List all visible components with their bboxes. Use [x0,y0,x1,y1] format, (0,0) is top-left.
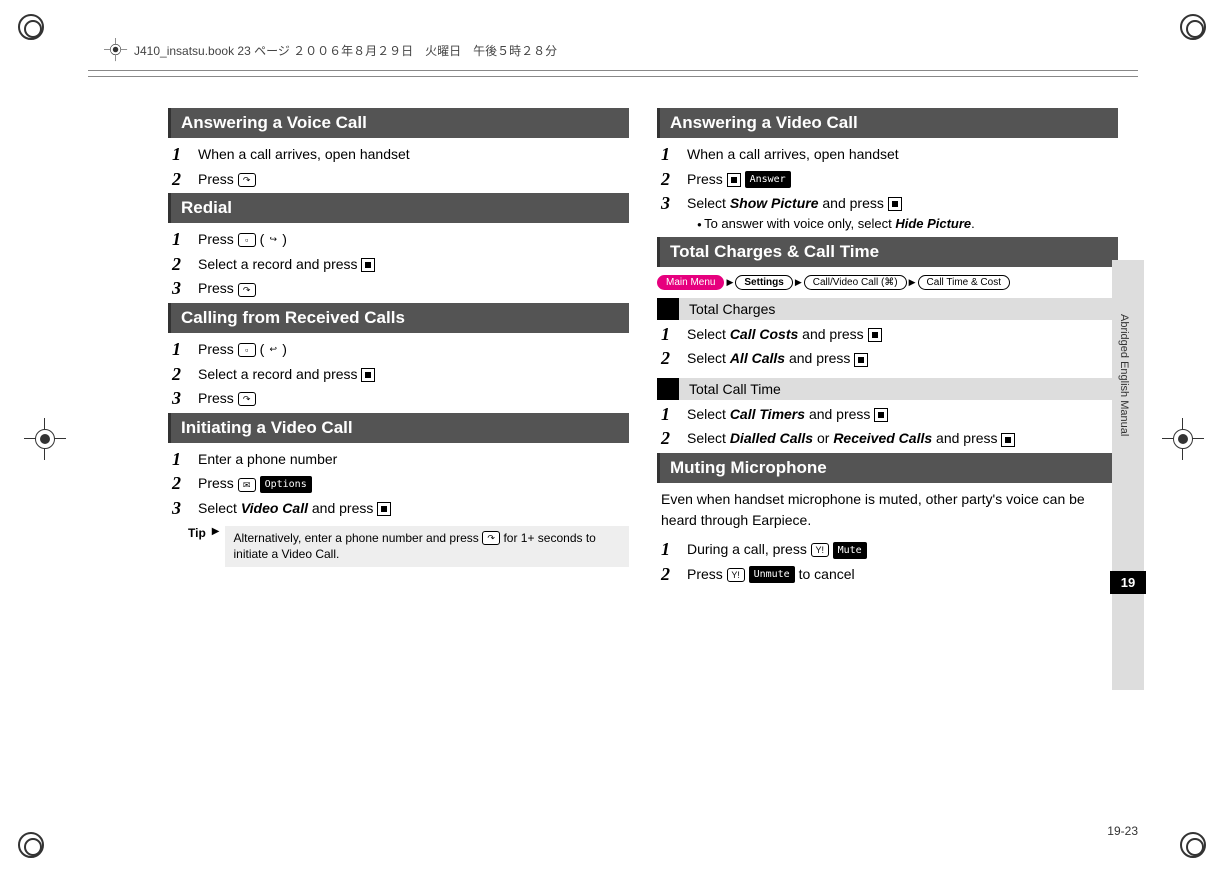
mute-softkey: Mute [833,542,867,559]
answer-softkey: Answer [745,171,791,188]
section-video-call: Initiating a Video Call [168,413,629,443]
step-text: Select Call Timers and press [687,404,1118,425]
step-text: Select a record and press [198,364,629,385]
center-key-icon [868,328,882,342]
step-number: 2 [172,473,192,495]
step-text: Select Dialled Calls or Received Calls a… [687,428,1118,449]
document-header: J410_insatsu.book 23 ページ ２００６年８月２９日 火曜日 … [134,42,557,59]
step-text: Press ↷ [198,388,629,409]
page-container: J410_insatsu.book 23 ページ ２００６年８月２９日 火曜日 … [88,20,1138,856]
received-icon: ↩ [264,343,282,357]
step-number: 3 [172,388,192,410]
call-key-icon: ↷ [482,531,500,545]
breadcrumb: Main Menu▶ Settings▶ Call/Video Call (⌘)… [657,275,1118,290]
side-tab-text: Abridged English Manual [1112,260,1136,490]
step-text: Press ▫ (↩) [198,339,629,360]
left-column: Answering a Voice Call 1 When a call arri… [168,108,629,588]
side-tab: Abridged English Manual 19 [1112,260,1144,690]
nav-call-time-cost: Call Time & Cost [918,275,1010,290]
step-text: Select a record and press [198,254,629,275]
step-number: 1 [172,229,192,251]
unmute-softkey: Unmute [749,566,795,583]
nav-settings: Settings [735,275,792,290]
step-text: Press ▫ (↪) [198,229,629,250]
sub-bullet: To answer with voice only, select Hide P… [697,214,1118,234]
step-text: Press Y! Unmute to cancel [687,564,1118,585]
step-number: 2 [661,564,681,586]
header-rule-bottom [88,76,1138,77]
section-received-calls: Calling from Received Calls [168,303,629,333]
section-muting-mic: Muting Microphone [657,453,1118,483]
step-text: During a call, press Y! Mute [687,539,1118,560]
step-number: 1 [661,404,681,426]
section-answering-voice: Answering a Voice Call [168,108,629,138]
subheader-total-call-time: Total Call Time [657,378,1118,400]
nav-call-video: Call/Video Call (⌘) [804,275,907,290]
step-number: 1 [661,324,681,346]
step-number: 3 [661,193,681,215]
step-text: When a call arrives, open handset [198,144,629,165]
tip-arrow-icon: ▶ [212,526,220,537]
nav-main-menu: Main Menu [657,275,724,290]
step-text: Select Video Call and press [198,498,629,519]
left-key-icon: ▫ [238,343,256,357]
redial-icon: ↪ [264,233,282,247]
center-key-icon [1001,433,1015,447]
intro-text: Even when handset microphone is muted, o… [661,489,1118,531]
step-number: 2 [661,428,681,450]
step-number: 2 [172,254,192,276]
center-key-icon [377,502,391,516]
center-key-icon [361,368,375,382]
step-number: 1 [172,339,192,361]
step-number: 2 [172,169,192,191]
step-number: 2 [172,364,192,386]
center-key-icon [361,258,375,272]
step-text: Enter a phone number [198,449,629,470]
tip-box: Alternatively, enter a phone number and … [225,526,629,568]
step-number: 3 [172,498,192,520]
step-number: 1 [661,539,681,561]
step-text: Press ↷ [198,169,629,190]
right-column: Answering a Video Call 1 When a call arri… [657,108,1118,588]
step-text: Press ✉ Options [198,473,629,494]
right-key-icon: ▫ [238,233,256,247]
options-softkey: Options [260,476,312,493]
center-key-icon [888,197,902,211]
page-number: 19-23 [1107,824,1138,838]
center-key-icon [874,408,888,422]
step-number: 1 [172,144,192,166]
header-rule-top [88,70,1138,71]
step-number: 2 [661,348,681,370]
step-text: Press Answer [687,169,1118,190]
step-text: Select Show Picture and press To answer … [687,193,1118,234]
step-text: When a call arrives, open handset [687,144,1118,165]
section-answer-video: Answering a Video Call [657,108,1118,138]
center-key-icon [854,353,868,367]
step-number: 3 [172,278,192,300]
section-redial: Redial [168,193,629,223]
y-key-icon: Y! [727,568,745,582]
call-key-icon: ↷ [238,392,256,406]
center-key-icon [727,173,741,187]
step-text: Select Call Costs and press [687,324,1118,345]
step-number: 2 [661,169,681,191]
call-key-icon: ↷ [238,283,256,297]
step-text: Press ↷ [198,278,629,299]
chapter-number: 19 [1110,571,1146,594]
step-number: 1 [172,449,192,471]
y-key-icon: Y! [811,543,829,557]
section-charges-time: Total Charges & Call Time [657,237,1118,267]
subheader-total-charges: Total Charges [657,298,1118,320]
mail-key-icon: ✉ [238,478,256,492]
call-key-icon: ↷ [238,173,256,187]
step-number: 1 [661,144,681,166]
tip-label: Tip [188,526,206,540]
step-text: Select All Calls and press [687,348,1118,369]
